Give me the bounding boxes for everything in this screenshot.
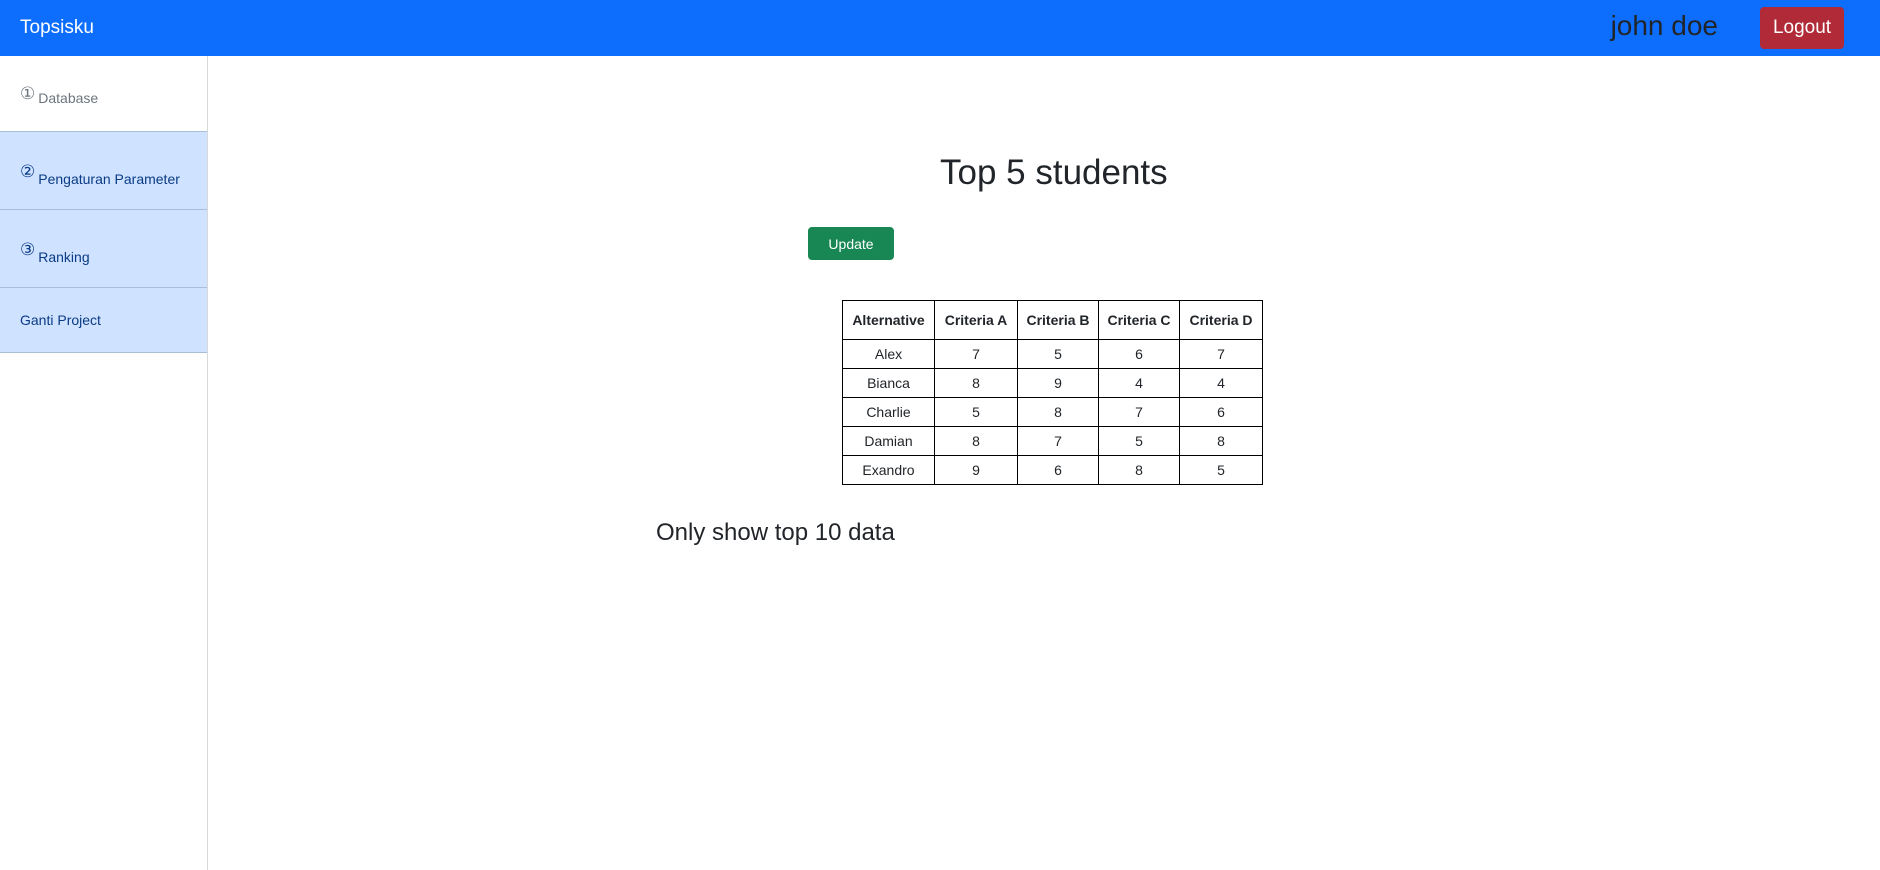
table-row: Damian 8 7 5 8 — [842, 426, 1263, 456]
sidebar-item-label: Ganti Project — [20, 312, 101, 328]
table-cell: 6 — [1098, 339, 1180, 369]
table-cell: 4 — [1098, 368, 1180, 398]
table-cell: 5 — [1179, 455, 1263, 485]
table-cell: 6 — [1179, 397, 1263, 427]
top-navbar: Topsisku john doe Logout — [0, 0, 1880, 56]
column-header: Criteria B — [1017, 300, 1099, 340]
table-cell: 7 — [1098, 397, 1180, 427]
table-row: Bianca 8 9 4 4 — [842, 368, 1263, 398]
table-cell: 6 — [1017, 455, 1099, 485]
table-cell: 8 — [1017, 397, 1099, 427]
table-cell: 5 — [934, 397, 1018, 427]
sidebar-item-database[interactable]: ① Database — [0, 56, 207, 132]
sidebar-item-label: Ranking — [38, 249, 90, 265]
table-cell: Bianca — [842, 368, 935, 398]
sidebar-item-ganti-project[interactable]: Ganti Project — [0, 288, 207, 353]
navbar-right: john doe Logout — [1611, 0, 1860, 56]
logout-button[interactable]: Logout — [1760, 7, 1844, 49]
table-cell: 4 — [1179, 368, 1263, 398]
table-row: Exandro 9 6 8 5 — [842, 455, 1263, 485]
table-cell: Damian — [842, 426, 935, 456]
table-cell: Charlie — [842, 397, 935, 427]
table-cell: 8 — [934, 426, 1018, 456]
step-two-icon: ② — [20, 162, 36, 181]
table-cell: 8 — [1179, 426, 1263, 456]
table-cell: 8 — [1098, 455, 1180, 485]
table-cell: Exandro — [842, 455, 935, 485]
column-header: Criteria C — [1098, 300, 1180, 340]
step-three-icon: ③ — [20, 240, 36, 259]
top-data-note: Only show top 10 data — [656, 519, 895, 546]
sidebar-item-ranking[interactable]: ③ Ranking — [0, 210, 207, 288]
table-cell: Alex — [842, 339, 935, 369]
update-button[interactable]: Update — [808, 227, 894, 260]
table-cell: 8 — [934, 368, 1018, 398]
column-header: Alternative — [842, 300, 935, 340]
table-row: Alex 7 5 6 7 — [842, 339, 1263, 369]
table-cell: 9 — [934, 455, 1018, 485]
sidebar-item-label: Pengaturan Parameter — [38, 171, 180, 187]
brand-link[interactable]: Topsisku — [20, 17, 94, 39]
table-cell: 5 — [1017, 339, 1099, 369]
table-cell: 7 — [1179, 339, 1263, 369]
table-cell: 9 — [1017, 368, 1099, 398]
ranking-table: Alternative Criteria A Criteria B Criter… — [842, 300, 1263, 485]
user-name: john doe — [1610, 10, 1718, 41]
sidebar-item-label: Database — [38, 90, 99, 106]
column-header: Criteria D — [1179, 300, 1263, 340]
sidebar: ① Database ② Pengaturan Parameter ③ Rank… — [0, 56, 208, 870]
page-title: Top 5 students — [940, 153, 1168, 192]
sidebar-item-pengaturan-parameter[interactable]: ② Pengaturan Parameter — [0, 132, 207, 210]
table-row: Charlie 5 8 7 6 — [842, 397, 1263, 427]
table-cell: 7 — [934, 339, 1018, 369]
table-cell: 5 — [1098, 426, 1180, 456]
step-one-icon: ① — [20, 84, 36, 103]
table-cell: 7 — [1017, 426, 1099, 456]
table-header-row: Alternative Criteria A Criteria B Criter… — [842, 300, 1263, 340]
column-header: Criteria A — [934, 300, 1018, 340]
